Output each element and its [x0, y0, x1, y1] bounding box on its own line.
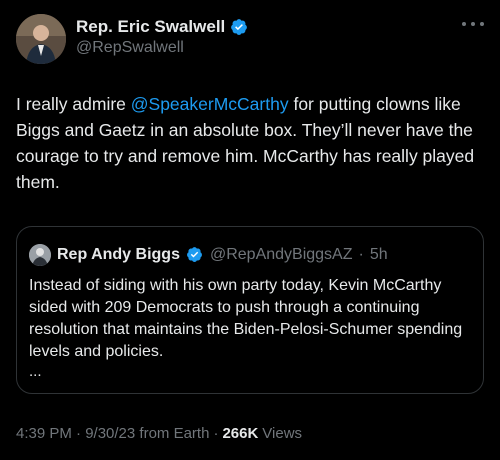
avatar[interactable]	[16, 14, 66, 64]
more-options-icon[interactable]	[462, 16, 484, 32]
quoted-avatar	[29, 244, 51, 266]
views-count: 266K	[222, 425, 259, 442]
tweet-meta: 4:39 PM · 9/30/23 from Earth · 266K View…	[16, 425, 302, 442]
verified-badge-icon	[230, 18, 248, 36]
tweet-timestamp[interactable]: 4:39 PM · 9/30/23 from Earth	[16, 425, 209, 442]
author-name-row: Rep. Eric Swalwell	[76, 17, 248, 37]
author-handle[interactable]: @RepSwalwell	[76, 39, 184, 57]
quoted-author-handle: @RepAndyBiggsAZ	[209, 246, 353, 263]
views-label: Views	[262, 425, 303, 442]
quoted-tweet-header: Rep Andy Biggs @RepAndyBiggsAZ · 5h	[29, 243, 388, 267]
quoted-timestamp: 5h	[369, 246, 388, 263]
quoted-tweet[interactable]: Rep Andy Biggs @RepAndyBiggsAZ · 5h Inst…	[16, 226, 484, 394]
meta-separator: ·	[213, 425, 219, 442]
quoted-verified-badge-icon	[186, 246, 204, 264]
tweet: Rep. Eric Swalwell @RepSwalwell I really…	[0, 0, 500, 460]
quoted-ellipsis: ...	[29, 363, 42, 380]
quoted-separator: ·	[358, 246, 364, 263]
tweet-text-before: I really admire	[16, 94, 131, 114]
tweet-text: I really admire @SpeakerMcCarthy for put…	[16, 91, 486, 195]
tweet-header: Rep. Eric Swalwell @RepSwalwell	[16, 14, 484, 66]
quoted-tweet-text: Instead of siding with his own party tod…	[29, 277, 463, 360]
author-name[interactable]: Rep. Eric Swalwell	[76, 17, 225, 37]
mention-link[interactable]: @SpeakerMcCarthy	[131, 94, 289, 114]
quoted-author-name: Rep Andy Biggs	[57, 246, 180, 263]
